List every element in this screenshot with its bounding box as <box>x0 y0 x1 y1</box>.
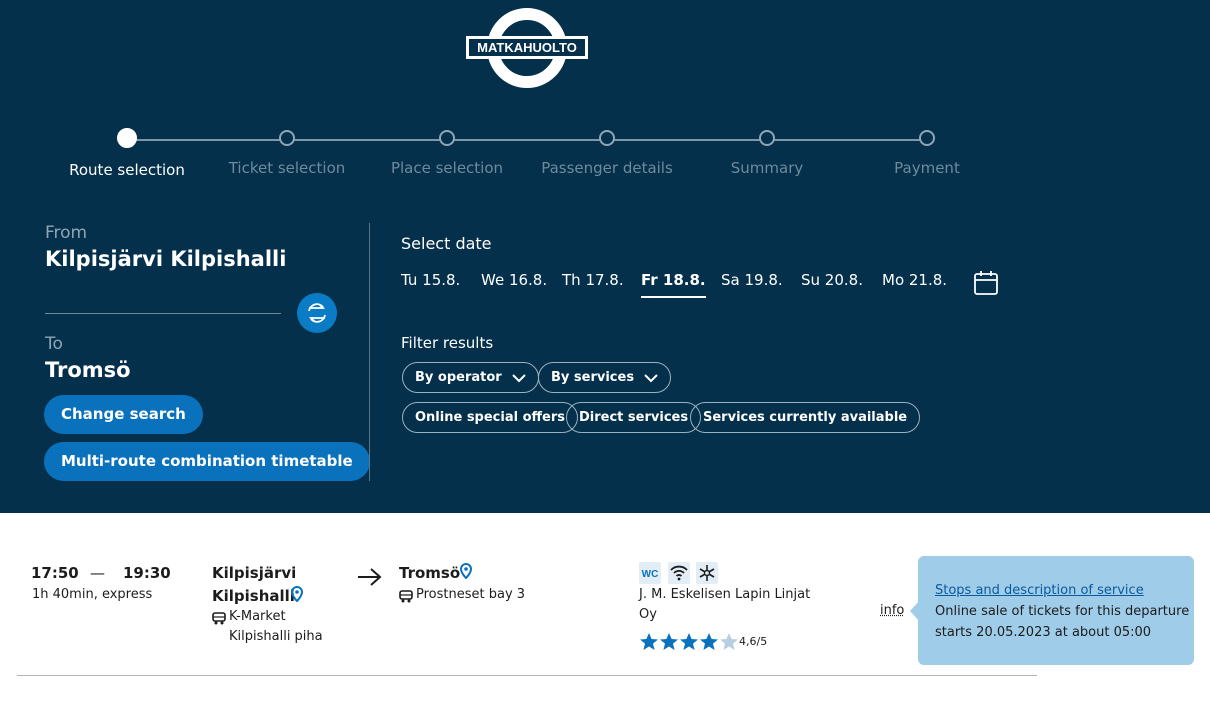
bus-stop-icon <box>212 612 226 625</box>
filter-results-title: Filter results <box>401 334 494 352</box>
change-search-button[interactable]: Change search <box>44 395 203 434</box>
date-we-16[interactable]: We 16.8. <box>481 271 547 289</box>
destination-location-pin-icon[interactable] <box>460 563 472 579</box>
arrive-time: 19:30 <box>123 564 171 582</box>
from-value[interactable]: Kilpisjärvi Kilpishalli <box>45 247 286 271</box>
chevron-down-icon <box>511 373 526 382</box>
date-sa-19[interactable]: Sa 19.8. <box>721 271 783 289</box>
info-link[interactable]: info <box>880 603 904 618</box>
destination-stop: Prostneset bay 3 <box>416 587 526 602</box>
from-to-divider <box>45 313 281 314</box>
duration: 1h 40min, express <box>32 587 153 602</box>
step-dot <box>599 130 615 146</box>
origin-stop-line1: K-Market <box>229 609 286 624</box>
step-dot <box>439 130 455 146</box>
by-services-dropdown[interactable]: By services <box>538 362 672 393</box>
date-tu-15[interactable]: Tu 15.8. <box>401 271 460 289</box>
calendar-button[interactable] <box>973 270 999 296</box>
direct-services-filter[interactable]: Direct services <box>566 402 702 433</box>
step-route-selection: Route selection <box>47 126 207 179</box>
origin-name-line1: Kilpisjärvi <box>212 564 297 582</box>
wc-icon: WC <box>639 562 661 584</box>
arrow-right-icon <box>358 568 382 586</box>
star-icon <box>640 633 658 650</box>
result-divider <box>17 675 1037 676</box>
rating-stars <box>640 633 738 650</box>
vertical-divider <box>369 223 370 481</box>
step-dot <box>919 130 935 146</box>
to-value[interactable]: Tromsö <box>45 358 131 382</box>
step-ticket-selection: Ticket selection <box>207 126 367 177</box>
swap-arrows-icon <box>308 303 326 323</box>
date-su-20[interactable]: Su 20.8. <box>801 271 863 289</box>
swap-button[interactable] <box>297 293 337 333</box>
calendar-icon <box>974 271 998 295</box>
origin-stop-line2: Kilpishalli piha <box>229 629 323 644</box>
wc-label: WC <box>642 569 659 580</box>
to-label: To <box>45 334 63 354</box>
operator-name-line2: Oy <box>639 607 657 622</box>
service-info-popup: Stops and description of service Online … <box>918 556 1194 665</box>
by-operator-dropdown[interactable]: By operator <box>402 362 539 393</box>
step-dot <box>759 130 775 146</box>
step-summary: Summary <box>687 126 847 177</box>
multi-route-timetable-button[interactable]: Multi-route combination timetable <box>44 442 370 481</box>
popup-text-line2: starts 20.05.2023 at about 05:00 <box>935 625 1152 640</box>
wifi-icon <box>668 562 690 584</box>
matkahuolto-logo[interactable]: MATKAHUOLTO <box>466 8 588 88</box>
star-icon <box>700 633 718 650</box>
date-th-17[interactable]: Th 17.8. <box>562 271 624 289</box>
step-passenger-details: Passenger details <box>527 126 687 177</box>
destination-name: Tromsö <box>399 564 461 582</box>
origin-name-line2: Kilpishalli <box>212 587 295 605</box>
step-payment: Payment <box>847 126 1007 177</box>
time-dash: — <box>90 564 105 582</box>
stops-description-link[interactable]: Stops and description of service <box>935 583 1144 598</box>
operator-name-line1: J. M. Eskelisen Lapin Linjat <box>639 587 811 602</box>
from-label: From <box>45 223 88 243</box>
star-icon <box>720 633 738 650</box>
online-special-offers-filter[interactable]: Online special offers <box>402 402 579 433</box>
step-dot <box>279 130 295 146</box>
star-icon <box>660 633 678 650</box>
bus-stop-icon <box>399 590 413 603</box>
star-icon <box>680 633 698 650</box>
logo-text: MATKAHUOLTO <box>477 40 577 55</box>
rating-text: 4,6/5 <box>739 635 768 648</box>
date-mo-21[interactable]: Mo 21.8. <box>882 271 947 289</box>
air-conditioning-icon <box>696 562 718 584</box>
origin-location-pin-icon[interactable] <box>291 586 303 602</box>
progress-steps: Route selection Ticket selection Place s… <box>0 126 1210 186</box>
date-fr-18-selected[interactable]: Fr 18.8. <box>641 271 706 298</box>
depart-time: 17:50 <box>31 564 79 582</box>
services-available-filter[interactable]: Services currently available <box>690 402 921 433</box>
step-dot <box>117 128 137 148</box>
popup-text-line1: Online sale of tickets for this departur… <box>935 604 1190 619</box>
step-place-selection: Place selection <box>367 126 527 177</box>
chevron-down-icon <box>644 373 658 382</box>
select-date-title: Select date <box>401 234 492 253</box>
